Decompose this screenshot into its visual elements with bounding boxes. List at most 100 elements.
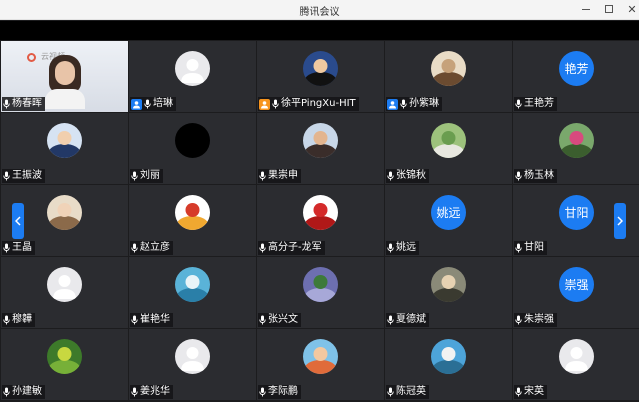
avatar-photo [47,122,82,158]
participant-tile[interactable]: 穆韡 [1,257,128,328]
participant-tile[interactable]: 王振波 [1,113,128,184]
participant-name-label: 王晶 [2,241,35,255]
participant-name: 赵立彦 [140,242,170,253]
participant-name: 穆韡 [12,314,32,325]
avatar-photo [431,338,466,374]
avatar-photo [47,194,82,230]
avatar-default [47,266,82,302]
participant-name-label: 陈冠英 [386,385,429,399]
avatar-default [175,50,210,86]
participant-name: 孙建敏 [12,386,42,397]
avatar-photo [303,122,338,158]
participant-name: 姚远 [396,242,416,253]
microphone-icon [387,243,394,253]
participant-tile[interactable]: 孙紫琳 [385,41,512,112]
microphone-icon [259,387,266,397]
participant-name: 崔艳华 [140,314,170,325]
participant-tile[interactable]: 果崇申 [257,113,384,184]
participant-name-label: 张锦秋 [386,169,429,183]
participant-tile[interactable]: 赵立彦 [129,185,256,256]
participant-name-label: 孙紫琳 [386,97,442,111]
participant-grid: 云视频 杨春晖 培琳 徐平PingXu-HIT 孙紫琳 艳芳王艳芳王振波 刘丽 果崇申 张锦秋 杨… [0,40,639,402]
participant-name: 王晶 [12,242,32,253]
avatar-photo [431,50,466,86]
participant-tile[interactable]: 杨玉林 [513,113,639,184]
next-page-button[interactable] [614,203,626,239]
window-titlebar: 腾讯会议 ✕ [0,0,639,20]
window-title: 腾讯会议 [299,7,340,18]
host-badge-icon [259,98,270,110]
participant-name-label: 李际鹏 [258,385,301,399]
avatar-default [559,338,594,374]
participant-tile[interactable]: 宋英 [513,329,639,400]
avatar-text: 艳芳 [559,50,594,86]
participant-name: 王艳芳 [524,98,554,109]
participant-tile[interactable]: 高分子-龙军 [257,185,384,256]
avatar-photo [303,50,338,86]
participant-tile[interactable]: 培琳 [129,41,256,112]
participant-name-label: 培琳 [130,97,176,111]
microphone-icon [400,99,407,109]
participant-tile[interactable]: 崇强 朱崇强 [513,257,639,328]
participant-tile[interactable]: 徐平PingXu-HIT [257,41,384,112]
participant-name-label: 刘丽 [130,169,163,183]
microphone-icon [515,387,522,397]
microphone-icon [387,171,394,181]
participant-name-label: 张兴文 [258,313,301,327]
participant-name-label: 杨春晖 [2,97,45,111]
avatar-default [175,338,210,374]
microphone-icon [3,315,10,325]
avatar-photo [47,338,82,374]
prev-page-button[interactable] [12,203,24,239]
avatar-text: 甘阳 [559,194,594,230]
microphone-icon [259,171,266,181]
avatar-photo [175,266,210,302]
participant-tile[interactable]: 孙建敏 [1,329,128,400]
close-button[interactable]: ✕ [624,2,639,16]
microphone-icon [3,387,10,397]
participant-tile[interactable]: 姜兆华 [129,329,256,400]
microphone-icon [387,387,394,397]
participant-name-label: 杨玉林 [514,169,557,183]
avatar-photo [175,194,210,230]
video-source-icon [27,53,36,62]
participant-tile[interactable]: 姚远 姚远 [385,185,512,256]
participant-tile[interactable]: 李际鹏 [257,329,384,400]
participant-name: 姜兆华 [140,386,170,397]
avatar-text: 姚远 [431,194,466,230]
avatar-photo [559,122,594,158]
maximize-icon [605,5,613,13]
participant-name: 李际鹏 [268,386,298,397]
microphone-icon [515,315,522,325]
chevron-right-icon [617,216,623,226]
microphone-icon [131,243,138,253]
participant-name: 张锦秋 [396,170,426,181]
participant-tile[interactable]: 刘丽 [129,113,256,184]
avatar-photo [303,338,338,374]
avatar-photo [303,266,338,302]
avatar-photo [175,122,210,158]
microphone-icon [515,243,522,253]
participant-tile[interactable]: 艳芳王艳芳 [513,41,639,112]
participant-tile[interactable]: 张锦秋 [385,113,512,184]
participant-name-label: 果崇申 [258,169,301,183]
participant-tile[interactable]: 陈冠英 [385,329,512,400]
participant-name: 甘阳 [524,242,544,253]
participant-tile[interactable]: 崔艳华 [129,257,256,328]
participant-name-label: 高分子-龙军 [258,241,325,255]
microphone-icon [387,315,394,325]
participant-name-label: 夏德斌 [386,313,429,327]
participant-tile[interactable]: 云视频 杨春晖 [1,41,128,112]
maximize-button[interactable] [601,2,617,16]
participant-name-label: 崔艳华 [130,313,173,327]
avatar-photo [303,194,338,230]
participant-name-label: 王艳芳 [514,97,557,111]
participant-tile[interactable]: 夏德斌 [385,257,512,328]
minimize-button[interactable] [578,2,594,16]
participant-name: 张兴文 [268,314,298,325]
participant-name: 高分子-龙军 [268,242,322,253]
microphone-icon [3,243,10,253]
participant-tile[interactable]: 张兴文 [257,257,384,328]
avatar-photo [431,122,466,158]
microphone-icon [259,243,266,253]
